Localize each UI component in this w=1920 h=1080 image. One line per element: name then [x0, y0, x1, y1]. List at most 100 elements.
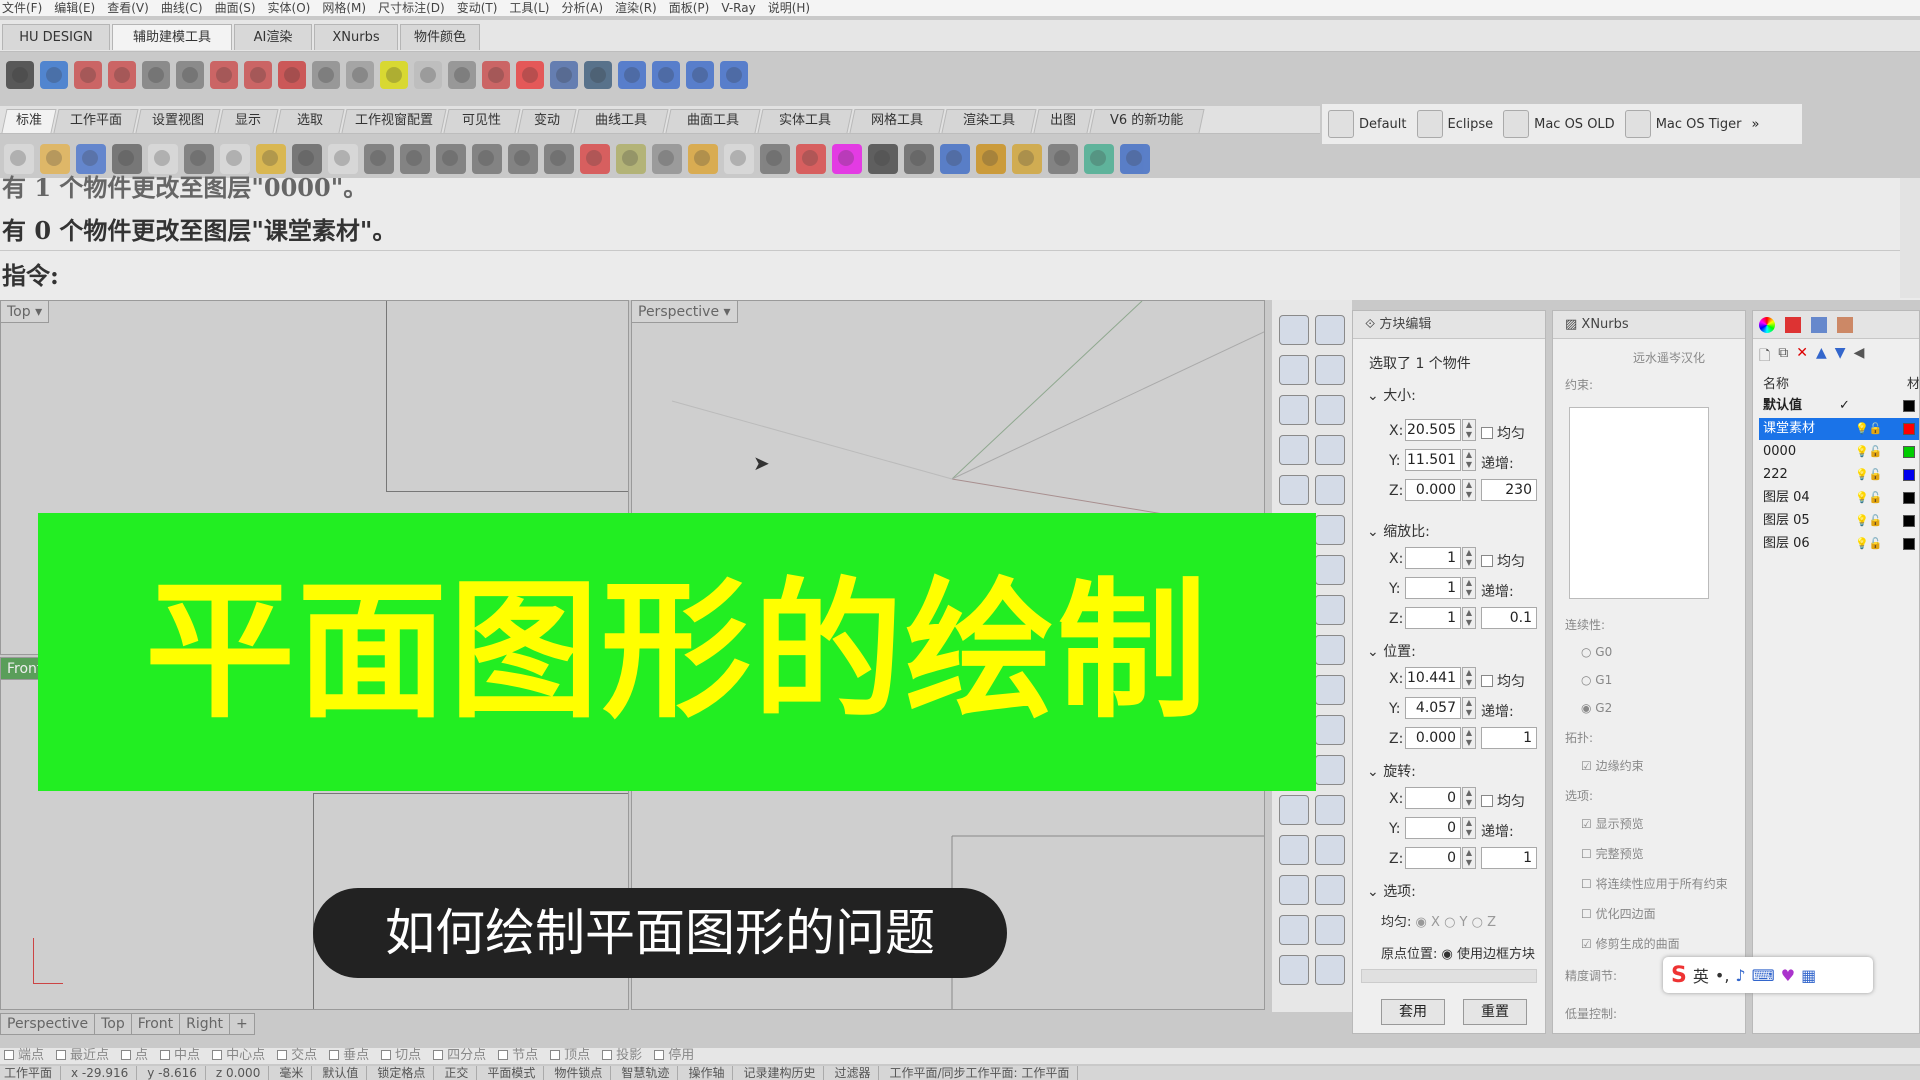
rotate-z-spinner[interactable]: ▲ ▼	[1462, 847, 1476, 869]
side-tool-icon[interactable]	[1279, 435, 1309, 465]
size-z-field[interactable]: 0.000	[1405, 479, 1461, 501]
apply-button[interactable]: 套用	[1381, 999, 1445, 1025]
toolbar-tool-icon[interactable]	[516, 61, 544, 89]
side-tool-icon[interactable]	[1315, 915, 1345, 945]
menu-item[interactable]: 曲面(S)	[215, 0, 256, 16]
scale-header[interactable]: ⌄ 缩放比:	[1367, 521, 1430, 541]
side-tool-icon[interactable]	[1279, 355, 1309, 385]
toolbar-tool-icon[interactable]	[472, 144, 502, 174]
toolbar-tool-icon[interactable]	[74, 61, 102, 89]
status-field[interactable]: 物件锁点	[554, 1066, 612, 1080]
command-prompt[interactable]: 指令:	[2, 256, 59, 291]
osnap-option[interactable]: 中点	[160, 1048, 200, 1064]
layer-color-swatch[interactable]	[1903, 492, 1915, 504]
toolbar-tool-icon[interactable]	[796, 144, 826, 174]
viewport-tab[interactable]: +	[229, 1013, 255, 1035]
layer-row[interactable]: 课堂素材 💡🔓	[1759, 418, 1919, 440]
menu-item[interactable]: 渲染(R)	[615, 0, 657, 16]
rotate-uniform[interactable]: 均匀	[1481, 791, 1525, 811]
layer-visibility-lock-icon[interactable]: 💡🔓	[1855, 464, 1882, 486]
size-uniform[interactable]: 均匀	[1481, 423, 1525, 443]
scale-z-spinner[interactable]: ▲ ▼	[1462, 607, 1476, 629]
scale-z-field[interactable]: 1	[1405, 607, 1461, 629]
viewport-tab[interactable]: Perspective	[0, 1013, 96, 1035]
theme-option[interactable]: Eclipse	[1416, 110, 1493, 138]
layer-visibility-lock-icon[interactable]: 💡🔓	[1855, 510, 1882, 532]
osnap-option[interactable]: 点	[121, 1048, 148, 1064]
layer-row[interactable]: 图层 04 💡🔓	[1759, 487, 1919, 509]
toolbar-tool-icon[interactable]	[278, 61, 306, 89]
trim-surface-checkbox[interactable]: ☑ 修剪生成的曲面	[1581, 935, 1680, 952]
osnap-option[interactable]: 投影	[602, 1048, 642, 1064]
command-tab[interactable]: 选取	[275, 109, 345, 133]
layer-color-swatch[interactable]	[1903, 400, 1915, 412]
top-tab[interactable]: HU DESIGN	[2, 24, 110, 50]
status-field[interactable]: 操作轴	[688, 1066, 734, 1080]
menu-item[interactable]: 文件(F)	[2, 0, 42, 16]
layer-color-swatch[interactable]	[1903, 515, 1915, 527]
size-x-field[interactable]: 20.505	[1405, 419, 1461, 441]
menu-item[interactable]: V-Ray	[721, 0, 755, 16]
microphone-icon[interactable]: ♪	[1735, 966, 1745, 985]
side-tool-icon[interactable]	[1315, 475, 1345, 505]
scale-y-field[interactable]: 1	[1405, 577, 1461, 599]
layer-color-swatch[interactable]	[1903, 446, 1915, 458]
osnap-option[interactable]: 中心点	[212, 1048, 265, 1064]
uniform-x-radio[interactable]: ◉ X	[1416, 915, 1440, 930]
osnap-option[interactable]: 切点	[381, 1048, 421, 1064]
toolbar-tool-icon[interactable]	[346, 61, 374, 89]
toolbar-tool-icon[interactable]	[210, 61, 238, 89]
viewport-tab[interactable]: Right	[179, 1013, 231, 1035]
menu-item[interactable]: 曲线(C)	[161, 0, 203, 16]
status-field[interactable]: 工作平面/同步工作平面: 工作平面	[889, 1066, 1079, 1080]
toolbar-tool-icon[interactable]	[364, 144, 394, 174]
toolbar-tool-icon[interactable]	[312, 61, 340, 89]
viewport-top-label[interactable]: Top ▾	[1, 301, 50, 323]
menu-item[interactable]: 实体(O)	[268, 0, 311, 16]
layer-color-swatch[interactable]	[1903, 538, 1915, 550]
command-scrollbar[interactable]	[1900, 178, 1920, 298]
toolbar-tool-icon[interactable]	[724, 144, 754, 174]
osnap-option[interactable]: 交点	[277, 1048, 317, 1064]
side-tool-icon[interactable]	[1315, 315, 1345, 345]
side-tool-icon[interactable]	[1315, 715, 1345, 745]
command-tab[interactable]: 工作视窗配置	[341, 109, 447, 133]
command-tab[interactable]: 显示	[217, 109, 279, 133]
toolbar-tool-icon[interactable]	[652, 144, 682, 174]
position-y-field[interactable]: 4.057	[1405, 697, 1461, 719]
toolbar-tool-icon[interactable]	[508, 144, 538, 174]
command-tab[interactable]: 出图	[1033, 109, 1093, 133]
toolbar-tool-icon[interactable]	[652, 61, 680, 89]
top-tab[interactable]: AI渲染	[234, 24, 312, 50]
toolbar-tool-icon[interactable]	[176, 61, 204, 89]
command-tab[interactable]: 曲面工具	[665, 109, 761, 133]
position-uniform[interactable]: 均匀	[1481, 671, 1525, 691]
menu-item[interactable]: 编辑(E)	[54, 0, 95, 16]
scale-increment-field[interactable]: 0.1	[1481, 607, 1537, 629]
layer-visibility-lock-icon[interactable]: 💡🔓	[1855, 487, 1882, 509]
side-tool-icon[interactable]	[1315, 595, 1345, 625]
options-header[interactable]: ⌄ 选项:	[1367, 881, 1416, 901]
command-tab[interactable]: 标准	[1, 109, 57, 133]
status-field[interactable]: 记录建构历史	[743, 1066, 825, 1080]
menu-item[interactable]: 变动(T)	[457, 0, 498, 16]
g2-radio[interactable]: ◉ G2	[1581, 701, 1612, 715]
skin-icon[interactable]: ♥	[1781, 966, 1795, 985]
osnap-option[interactable]: 垂点	[329, 1048, 369, 1064]
side-tool-icon[interactable]	[1315, 555, 1345, 585]
viewport-tab[interactable]: Front	[130, 1013, 181, 1035]
toolbar-tool-icon[interactable]	[40, 61, 68, 89]
toolbar-tool-icon[interactable]	[976, 144, 1006, 174]
layer-row[interactable]: 默认值 ✓	[1759, 395, 1919, 417]
command-tab[interactable]: 渲染工具	[941, 109, 1037, 133]
scale-x-spinner[interactable]: ▲ ▼	[1462, 547, 1476, 569]
toolbar-tool-icon[interactable]	[760, 144, 790, 174]
scale-uniform[interactable]: 均匀	[1481, 551, 1525, 571]
menu-item[interactable]: 面板(P)	[669, 0, 710, 16]
layer-visibility-lock-icon[interactable]: 💡🔓	[1855, 533, 1882, 555]
position-z-spinner[interactable]: ▲ ▼	[1462, 727, 1476, 749]
ime-language-toggle[interactable]: 英	[1693, 963, 1709, 987]
status-field[interactable]: 锁定格点	[377, 1066, 435, 1080]
menu-item[interactable]: 尺寸标注(D)	[378, 0, 445, 16]
command-tab[interactable]: 工作平面	[53, 109, 139, 133]
